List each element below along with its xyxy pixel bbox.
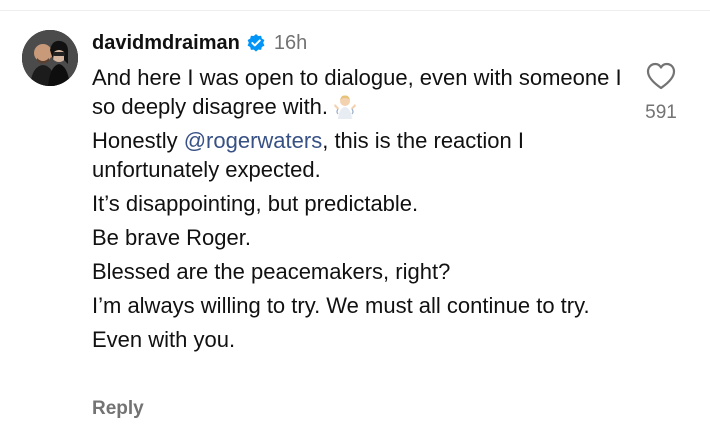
avatar[interactable] bbox=[22, 30, 78, 86]
reply-button[interactable]: Reply bbox=[92, 398, 144, 420]
comment-body: And here I was open to dialogue, even wi… bbox=[92, 63, 632, 359]
comment-line: Blessed are the peacemakers, right? bbox=[92, 259, 451, 284]
comment-line: Be brave Roger. bbox=[92, 225, 251, 250]
like-column: 591 bbox=[636, 62, 686, 124]
comment: davidmdraiman 16h And here I was open to… bbox=[0, 0, 710, 440]
verified-badge-icon bbox=[246, 33, 266, 53]
comment-line: Even with you. bbox=[92, 327, 236, 352]
timestamp: 16h bbox=[273, 31, 308, 54]
comment-text: Honestly bbox=[92, 128, 178, 153]
comment-header: davidmdraiman 16h bbox=[92, 29, 307, 57]
avatar-photo bbox=[22, 30, 78, 86]
heart-outline-icon[interactable] bbox=[646, 62, 676, 90]
mention-link[interactable]: @rogerwaters bbox=[184, 128, 323, 153]
like-count: 591 bbox=[645, 102, 677, 123]
comment-line: And here I was open to dialogue, even wi… bbox=[92, 63, 632, 121]
comment-line: Honestly @rogerwaters, this is the react… bbox=[92, 126, 632, 184]
username[interactable]: davidmdraiman bbox=[92, 32, 240, 55]
comment-line: It’s disappointing, but predictable. bbox=[92, 191, 419, 216]
person-shrugging-emoji-icon bbox=[332, 93, 358, 119]
comment-line: I’m always willing to try. We must all c… bbox=[92, 293, 590, 318]
